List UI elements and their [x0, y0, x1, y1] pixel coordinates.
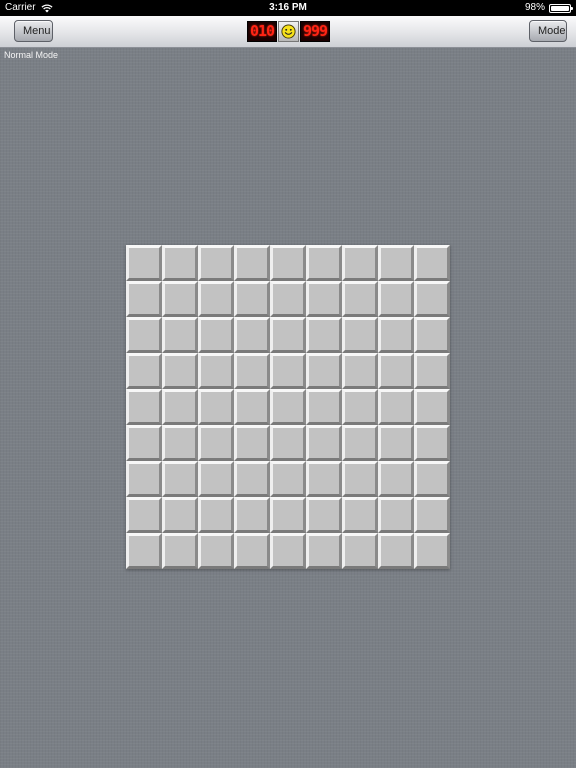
mine-cell[interactable] [270, 281, 306, 317]
mine-cell[interactable] [342, 317, 378, 353]
mine-cell[interactable] [414, 425, 450, 461]
mine-counter: 010 [247, 21, 277, 42]
mine-cell[interactable] [162, 353, 198, 389]
mine-cell[interactable] [306, 389, 342, 425]
status-time: 3:16 PM [269, 2, 307, 13]
mine-cell[interactable] [270, 245, 306, 281]
mine-cell[interactable] [234, 533, 270, 569]
mine-cell[interactable] [414, 497, 450, 533]
battery-icon [549, 3, 573, 13]
mine-cell[interactable] [306, 317, 342, 353]
mine-cell[interactable] [162, 461, 198, 497]
mine-cell[interactable] [270, 389, 306, 425]
mine-cell[interactable] [234, 497, 270, 533]
mine-cell[interactable] [126, 281, 162, 317]
minefield-board [126, 245, 450, 569]
mine-cell[interactable] [198, 281, 234, 317]
mine-cell[interactable] [342, 389, 378, 425]
mine-cell[interactable] [270, 497, 306, 533]
mine-cell[interactable] [162, 533, 198, 569]
mine-cell[interactable] [306, 533, 342, 569]
mine-cell[interactable] [342, 425, 378, 461]
mine-cell[interactable] [414, 317, 450, 353]
mine-cell[interactable] [198, 497, 234, 533]
mine-cell[interactable] [342, 461, 378, 497]
mine-cell[interactable] [378, 317, 414, 353]
mine-cell[interactable] [414, 281, 450, 317]
battery-percent: 98% [524, 2, 545, 13]
mine-cell[interactable] [306, 497, 342, 533]
mine-cell[interactable] [306, 425, 342, 461]
mine-cell[interactable] [198, 245, 234, 281]
status-right: 98% [524, 0, 573, 16]
timer-display: 999 [300, 21, 330, 42]
status-bar: Carrier 3:16 PM 98% [0, 0, 576, 16]
mine-cell[interactable] [234, 281, 270, 317]
menu-button[interactable]: Menu [14, 20, 53, 42]
mine-cell[interactable] [414, 533, 450, 569]
mine-cell[interactable] [270, 425, 306, 461]
mine-cell[interactable] [198, 461, 234, 497]
mine-cell[interactable] [162, 281, 198, 317]
mine-cell[interactable] [198, 533, 234, 569]
mine-cell[interactable] [378, 281, 414, 317]
mine-cell[interactable] [234, 245, 270, 281]
mine-cell[interactable] [378, 497, 414, 533]
mine-cell[interactable] [126, 497, 162, 533]
game-hud: 010 999 [247, 21, 330, 42]
mine-cell[interactable] [126, 425, 162, 461]
mine-cell[interactable] [162, 245, 198, 281]
mine-cell[interactable] [126, 245, 162, 281]
mine-cell[interactable] [378, 353, 414, 389]
mine-cell[interactable] [342, 533, 378, 569]
mine-cell[interactable] [234, 389, 270, 425]
mine-cell[interactable] [234, 317, 270, 353]
mode-indicator: Normal Mode [4, 50, 59, 60]
mine-cell[interactable] [234, 425, 270, 461]
mine-cell[interactable] [414, 245, 450, 281]
mine-cell[interactable] [378, 425, 414, 461]
battery-fill [551, 5, 569, 11]
mine-cell[interactable] [162, 497, 198, 533]
mine-cell[interactable] [270, 317, 306, 353]
mine-cell[interactable] [378, 461, 414, 497]
mine-cell[interactable] [306, 353, 342, 389]
mine-cell[interactable] [126, 353, 162, 389]
reset-face-button[interactable] [278, 21, 299, 42]
mine-cell[interactable] [126, 461, 162, 497]
mine-cell[interactable] [126, 533, 162, 569]
mine-cell[interactable] [342, 245, 378, 281]
mine-cell[interactable] [270, 353, 306, 389]
mine-cell[interactable] [342, 353, 378, 389]
mine-cell[interactable] [414, 353, 450, 389]
mine-cell[interactable] [342, 497, 378, 533]
mine-cell[interactable] [162, 317, 198, 353]
mine-cell[interactable] [162, 425, 198, 461]
mode-button[interactable]: Mode [529, 20, 567, 42]
mine-cell[interactable] [378, 245, 414, 281]
mine-cell[interactable] [306, 245, 342, 281]
mine-cell[interactable] [414, 461, 450, 497]
mine-cell[interactable] [378, 533, 414, 569]
mine-cell[interactable] [126, 389, 162, 425]
mine-cell[interactable] [378, 389, 414, 425]
mine-cell[interactable] [198, 425, 234, 461]
mine-cell[interactable] [198, 353, 234, 389]
mine-cell[interactable] [198, 389, 234, 425]
mine-cell[interactable] [414, 389, 450, 425]
mine-cell[interactable] [306, 281, 342, 317]
toolbar: Menu 010 999 Mode [0, 16, 576, 48]
mine-cell[interactable] [198, 317, 234, 353]
mine-cell[interactable] [342, 281, 378, 317]
mine-cell[interactable] [234, 353, 270, 389]
mine-cell[interactable] [270, 533, 306, 569]
mine-cell[interactable] [162, 389, 198, 425]
mine-cell[interactable] [126, 317, 162, 353]
smiley-icon [281, 24, 296, 39]
mine-cell[interactable] [270, 461, 306, 497]
mine-cell[interactable] [234, 461, 270, 497]
mine-cell[interactable] [306, 461, 342, 497]
